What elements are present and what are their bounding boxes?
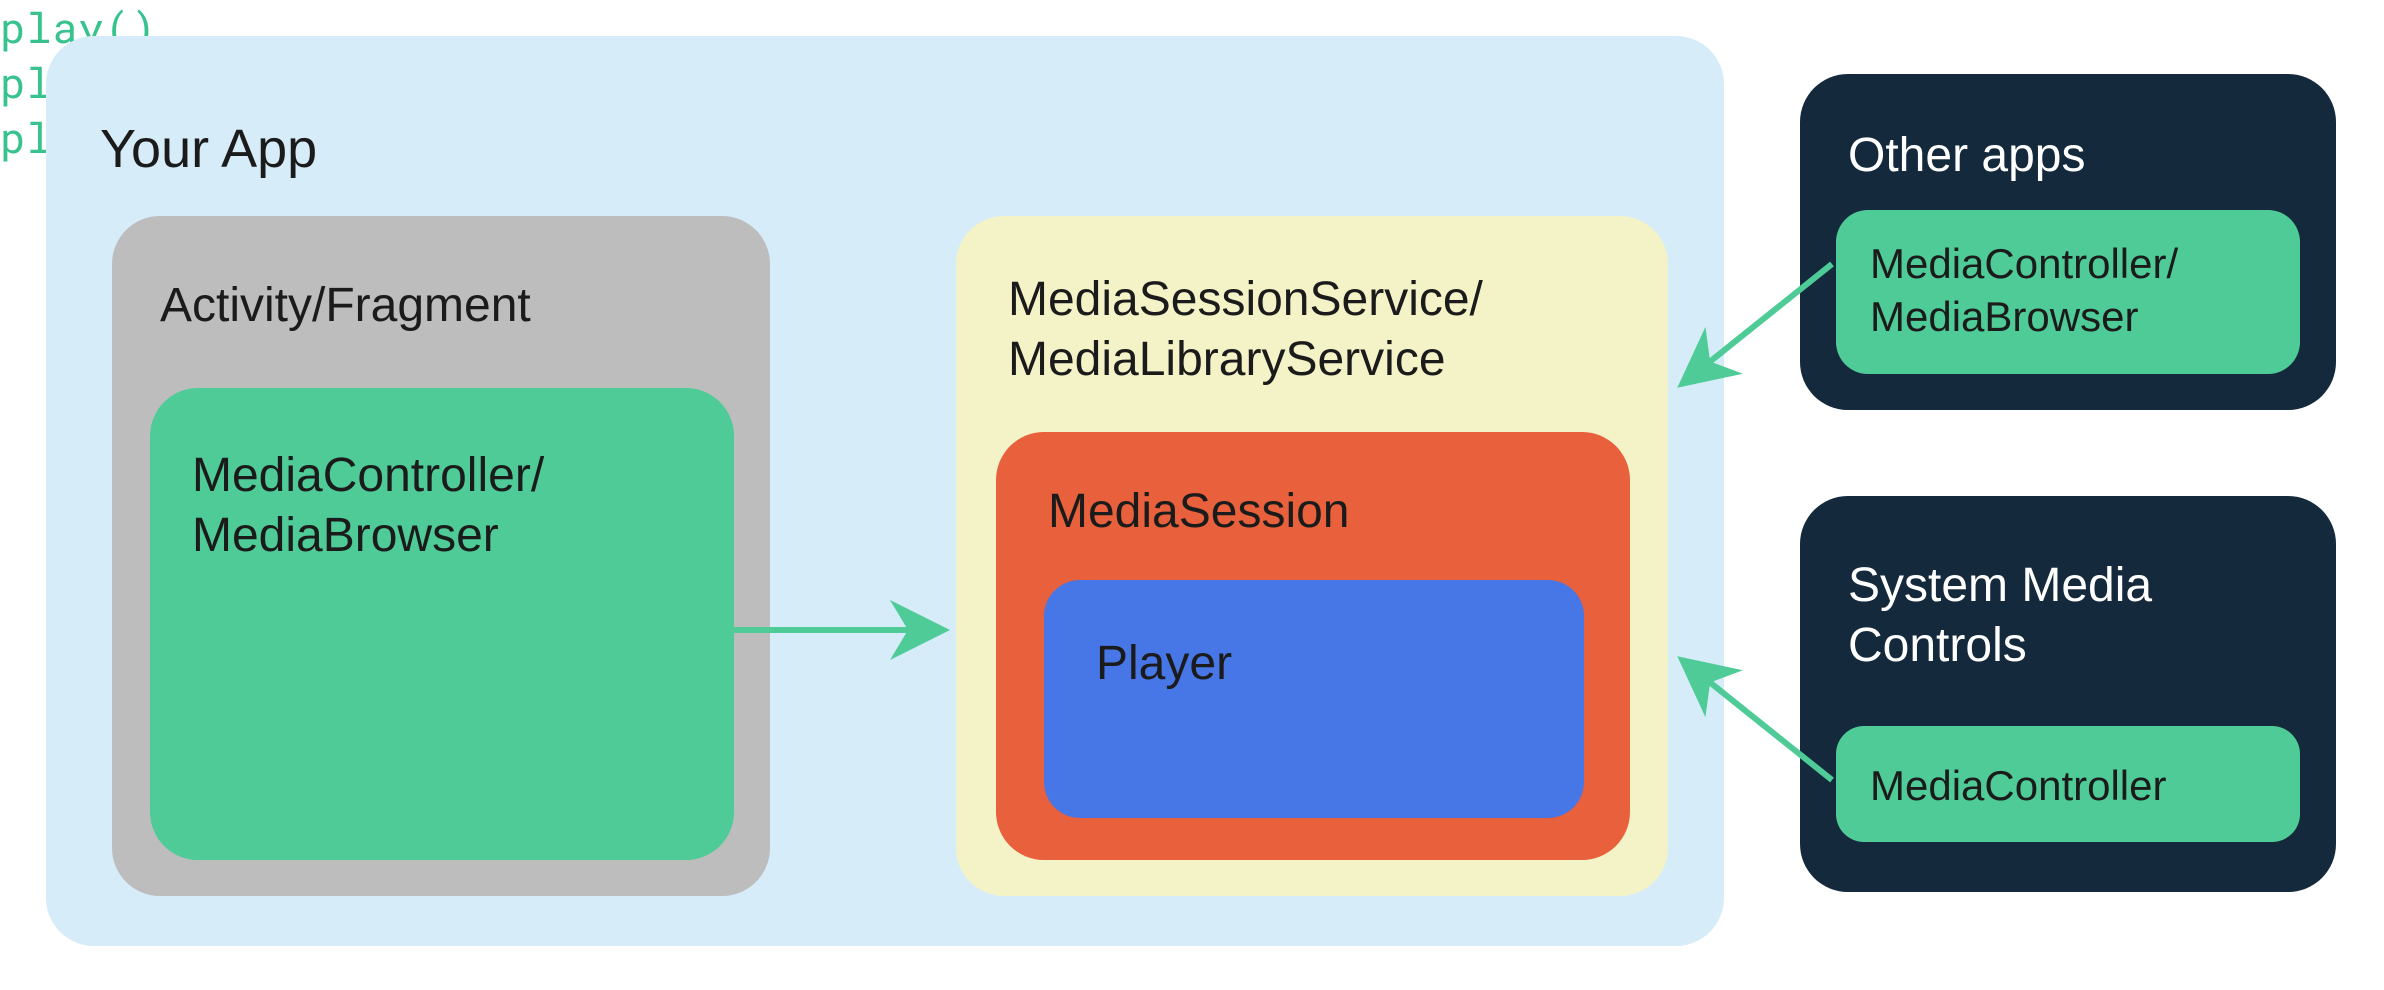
your-app-title: Your App — [100, 116, 317, 184]
app-media-controller-label: MediaController/ MediaBrowser — [192, 446, 544, 566]
system-controls-title: System Media Controls — [1848, 556, 2152, 676]
service-title: MediaSessionService/ MediaLibraryService — [1008, 270, 1483, 390]
media-session-label: MediaSession — [1048, 482, 1350, 542]
player-box — [1044, 580, 1584, 818]
other-apps-title: Other apps — [1848, 126, 2085, 186]
system-controls-controller-label: MediaController — [1870, 760, 2166, 813]
other-apps-controller-label: MediaController/ MediaBrowser — [1870, 238, 2178, 343]
diagram-root: Your App Activity/Fragment MediaControll… — [0, 0, 2384, 990]
activity-fragment-title: Activity/Fragment — [160, 276, 531, 336]
player-label: Player — [1096, 634, 1232, 694]
